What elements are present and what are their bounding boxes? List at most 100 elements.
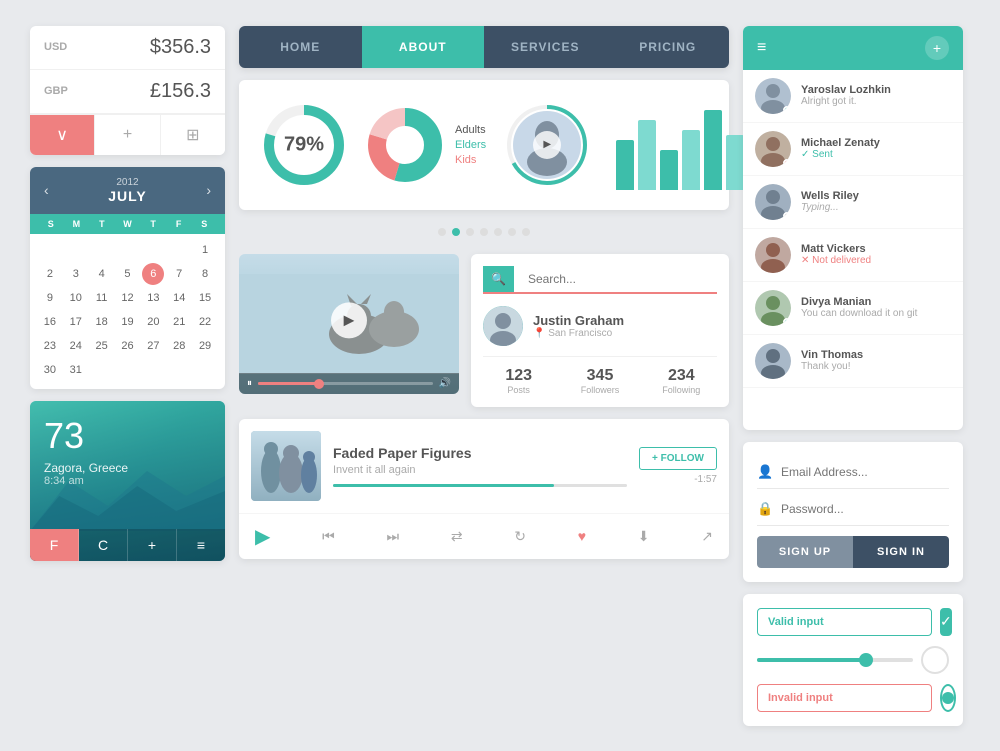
calendar-cell[interactable]: 27 xyxy=(142,335,164,357)
calendar-cell[interactable]: 14 xyxy=(168,287,190,309)
stat-posts: 123 Posts xyxy=(483,367,554,395)
calendar-cell[interactable]: 8 xyxy=(194,263,216,285)
chat-msg-matt: ✕ Not delivered xyxy=(801,255,951,266)
chat-item-michael[interactable]: Michael Zenaty ✓ Sent xyxy=(743,123,963,176)
calendar-cell[interactable]: 16 xyxy=(39,311,61,333)
calendar-cell[interactable]: 20 xyxy=(142,311,164,333)
music-download-btn[interactable]: ⬇ xyxy=(634,526,654,547)
chat-item-yaroslav[interactable]: Yaroslav Lozhkin Alright got it. xyxy=(743,70,963,123)
auth-buttons: SIGN UP SIGN IN xyxy=(757,536,949,568)
calendar-cell[interactable]: 24 xyxy=(65,335,87,357)
calendar-cell[interactable]: 28 xyxy=(168,335,190,357)
tab-pricing[interactable]: PRICING xyxy=(607,26,730,68)
tab-services[interactable]: SERVICES xyxy=(484,26,607,68)
music-shuffle-btn[interactable]: ⇄ xyxy=(447,526,467,547)
calendar-cell xyxy=(142,239,164,261)
chat-item-vin[interactable]: Vin Thomas Thank you! xyxy=(743,335,963,388)
calendar-cell[interactable]: 7 xyxy=(168,263,190,285)
calendar-cell[interactable]: 2 xyxy=(39,263,61,285)
radio-checked[interactable] xyxy=(940,684,956,712)
calendar-cell[interactable]: 23 xyxy=(39,335,61,357)
search-input[interactable] xyxy=(522,266,717,292)
chat-item-divya[interactable]: Divya Manian You can download it on git xyxy=(743,282,963,335)
calendar-cell[interactable]: 18 xyxy=(91,311,113,333)
chat-msg-divya: You can download it on git xyxy=(801,308,951,319)
calendar-cell[interactable]: 6 xyxy=(142,263,164,285)
video-play-btn[interactable]: ▶ xyxy=(331,302,367,338)
chat-menu-icon[interactable]: ≡ xyxy=(757,39,766,57)
dot-7[interactable] xyxy=(522,228,530,236)
currency-grid-btn[interactable]: ⊞ xyxy=(161,114,225,155)
radio-unchecked[interactable] xyxy=(921,646,949,674)
calendar-cell[interactable]: 31 xyxy=(65,359,87,381)
music-play-btn[interactable]: ▶ xyxy=(251,522,274,551)
calendar-cell[interactable]: 30 xyxy=(39,359,61,381)
weather-time: 8:34 am xyxy=(44,475,211,487)
follow-button[interactable]: + FOLLOW xyxy=(639,447,717,470)
tab-about[interactable]: ABOUT xyxy=(362,26,485,68)
music-next-btn[interactable]: ⏭ xyxy=(382,526,403,547)
tab-home[interactable]: HOME xyxy=(239,26,362,68)
calendar-cell[interactable]: 19 xyxy=(116,311,138,333)
pause-btn[interactable]: ⏸ xyxy=(247,378,252,389)
chat-item-wells[interactable]: Wells Riley Typing... xyxy=(743,176,963,229)
dot-5[interactable] xyxy=(494,228,502,236)
calendar-cell[interactable]: 26 xyxy=(116,335,138,357)
music-fav-btn[interactable]: ♥ xyxy=(574,526,590,546)
weather-btn-f[interactable]: F xyxy=(30,529,79,561)
donut-pie-container xyxy=(365,105,445,185)
calendar-cell[interactable]: 29 xyxy=(194,335,216,357)
dot-3[interactable] xyxy=(466,228,474,236)
calendar-cell[interactable]: 4 xyxy=(91,263,113,285)
calendar-cell[interactable]: 9 xyxy=(39,287,61,309)
calendar-cell[interactable]: 22 xyxy=(194,311,216,333)
cal-prev-btn[interactable]: ‹ xyxy=(44,182,49,198)
video-progress-bar[interactable] xyxy=(258,382,433,385)
donut-pie-svg xyxy=(365,105,445,185)
check-icon[interactable]: ✓ xyxy=(940,608,952,636)
music-share-btn[interactable]: ↗ xyxy=(697,526,717,547)
dot-4[interactable] xyxy=(480,228,488,236)
calendar-cell[interactable]: 11 xyxy=(91,287,113,309)
chat-add-btn[interactable]: + xyxy=(925,36,949,60)
music-progress-bar[interactable] xyxy=(333,484,627,487)
email-input[interactable] xyxy=(781,465,949,479)
currency-down-btn[interactable]: ∨ xyxy=(30,114,95,155)
calendar-cell[interactable]: 1 xyxy=(194,239,216,261)
signin-button[interactable]: SIGN IN xyxy=(853,536,949,568)
slider-thumb[interactable] xyxy=(859,653,873,667)
calendar-cell[interactable]: 13 xyxy=(142,287,164,309)
calendar-cell xyxy=(65,239,87,261)
weather-btn-c[interactable]: C xyxy=(79,529,128,561)
calendar-cell[interactable]: 21 xyxy=(168,311,190,333)
weather-btn-menu[interactable]: ≡ xyxy=(177,529,225,561)
invalid-input[interactable] xyxy=(757,684,932,712)
status-divya xyxy=(783,318,791,326)
cal-next-btn[interactable]: › xyxy=(206,182,211,198)
dot-2[interactable] xyxy=(452,228,460,236)
calendar-cell[interactable]: 15 xyxy=(194,287,216,309)
music-prev-btn[interactable]: ⏮ xyxy=(318,526,339,547)
chat-item-matt[interactable]: Matt Vickers ✕ Not delivered xyxy=(743,229,963,282)
volume-btn[interactable]: 🔊 xyxy=(439,378,451,389)
slider-track[interactable] xyxy=(757,658,913,662)
calendar-cell[interactable]: 25 xyxy=(91,335,113,357)
login-form: 👤 🔒 SIGN UP SIGN IN xyxy=(743,442,963,582)
weather-btn-add[interactable]: + xyxy=(128,529,177,561)
dot-1[interactable] xyxy=(438,228,446,236)
currency-add-btn[interactable]: + xyxy=(95,114,160,155)
signup-button[interactable]: SIGN UP xyxy=(757,536,853,568)
profile-play-btn[interactable]: ▶ xyxy=(533,131,561,159)
calendar-cell[interactable]: 12 xyxy=(116,287,138,309)
legend-kids: Kids xyxy=(455,154,486,166)
calendar-cell[interactable]: 10 xyxy=(65,287,87,309)
calendar-cell[interactable]: 3 xyxy=(65,263,87,285)
valid-input[interactable] xyxy=(757,608,932,636)
navigation-tabs: HOME ABOUT SERVICES PRICING xyxy=(239,26,729,68)
password-input[interactable] xyxy=(781,502,949,516)
dot-6[interactable] xyxy=(508,228,516,236)
calendar-cell[interactable]: 17 xyxy=(65,311,87,333)
music-main: Faded Paper Figures Invent it all again … xyxy=(239,419,729,513)
calendar-cell[interactable]: 5 xyxy=(116,263,138,285)
music-repeat-btn[interactable]: ↻ xyxy=(510,526,530,547)
